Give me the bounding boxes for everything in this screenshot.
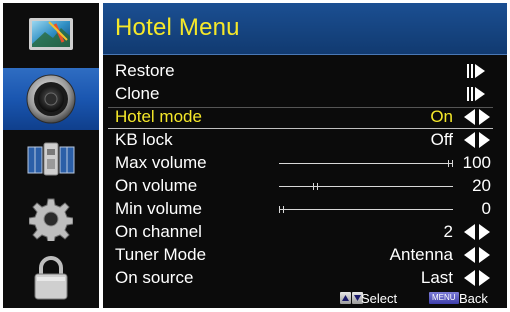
menu-item-value: 2 xyxy=(443,222,453,241)
volume-slider[interactable] xyxy=(279,183,453,190)
menu-item-value: Last xyxy=(420,268,453,287)
menu-item-value: On xyxy=(430,107,453,126)
menu-item-label: Hotel mode xyxy=(115,107,202,126)
speaker-icon xyxy=(26,74,76,124)
volume-slider[interactable] xyxy=(279,160,453,167)
back-hint: Back xyxy=(459,291,488,306)
menu-item-label: KB lock xyxy=(115,130,173,149)
footer-hints: Select MENU Back xyxy=(103,289,507,307)
menu-item-hotel-mode[interactable]: Hotel mode On xyxy=(103,106,507,129)
menu-item-on-channel[interactable]: On channel 2 xyxy=(103,221,507,244)
slider-knob xyxy=(317,183,318,190)
menu-item-value: 20 xyxy=(472,176,491,195)
menu-title: Hotel Menu xyxy=(115,14,240,41)
left-right-arrow-icon[interactable] xyxy=(463,223,491,241)
sidebar xyxy=(3,3,99,308)
title-bar: Hotel Menu xyxy=(103,3,507,55)
menu-item-kb-lock[interactable]: KB lock Off xyxy=(103,129,507,152)
menu-item-restore[interactable]: Restore xyxy=(103,60,507,83)
hotel-menu-panel: Hotel Menu Restore Clone Hotel mode On K… xyxy=(103,3,507,308)
left-right-arrow-icon[interactable] xyxy=(463,269,491,287)
menu-item-value: 0 xyxy=(481,199,491,218)
menu-item-label: Tuner Mode xyxy=(115,245,207,264)
menu-item-label: Clone xyxy=(115,84,160,103)
slider-knob[interactable] xyxy=(279,206,280,213)
menu-item-on-volume[interactable]: On volume 20 xyxy=(103,175,507,198)
sidebar-item-lock[interactable] xyxy=(3,249,99,307)
left-right-arrow-icon[interactable] xyxy=(463,246,491,264)
sidebar-item-audio[interactable] xyxy=(3,68,99,130)
gear-icon xyxy=(29,198,73,241)
satellite-icon xyxy=(27,142,75,176)
menu-item-label: On source xyxy=(115,268,194,287)
lock-icon xyxy=(34,256,68,300)
select-hint: Select xyxy=(361,291,398,306)
menu-item-label: Restore xyxy=(115,61,175,80)
menu-item-value: Antenna xyxy=(389,245,453,264)
enter-arrow-icon xyxy=(467,64,485,78)
slider-knob[interactable] xyxy=(448,160,449,167)
sidebar-item-channel[interactable] xyxy=(3,130,99,188)
sidebar-item-setup[interactable] xyxy=(3,190,99,248)
menu-item-label: Max volume xyxy=(115,153,207,172)
volume-slider[interactable] xyxy=(279,206,453,213)
slider-knob[interactable] xyxy=(313,183,314,190)
left-right-arrow-icon[interactable] xyxy=(463,108,491,126)
menu-item-clone[interactable]: Clone xyxy=(103,83,507,106)
left-right-arrow-icon[interactable] xyxy=(463,131,491,149)
menu-item-on-source[interactable]: On source Last xyxy=(103,267,507,290)
menu-item-label: On channel xyxy=(115,222,202,241)
menu-item-value: 100 xyxy=(462,153,491,172)
menu-item-max-volume[interactable]: Max volume 100 xyxy=(103,152,507,175)
menu-key-badge: MENU xyxy=(429,292,459,304)
slider-knob xyxy=(452,160,453,167)
menu-item-min-volume[interactable]: Min volume 0 xyxy=(103,198,507,221)
menu-item-value: Off xyxy=(430,130,453,149)
picture-icon xyxy=(29,18,73,50)
up-key-icon xyxy=(340,292,351,304)
enter-arrow-icon xyxy=(467,87,485,101)
menu-item-tuner-mode[interactable]: Tuner Mode Antenna xyxy=(103,244,507,267)
menu-item-label: Min volume xyxy=(115,199,202,218)
menu-item-label: On volume xyxy=(115,176,198,195)
sidebar-item-picture[interactable] xyxy=(3,5,99,63)
slider-knob xyxy=(283,206,284,213)
